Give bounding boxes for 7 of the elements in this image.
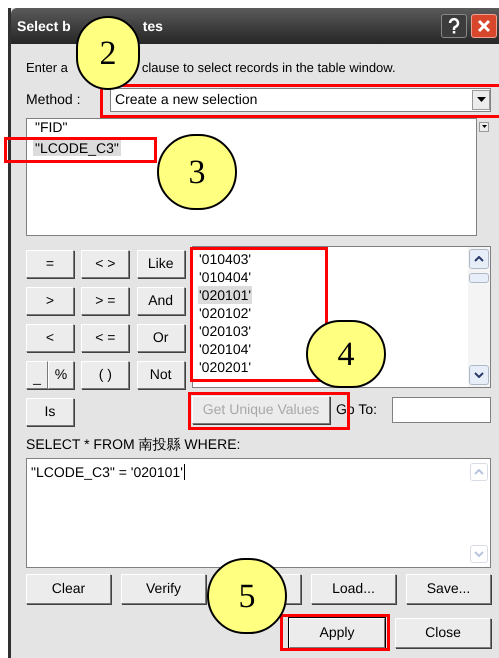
window-title: tes [142,16,163,36]
instruction-text: clause to select records in the table window. [142,59,396,77]
window-title: Select b [17,16,71,36]
instruction-text: Enter a [26,59,68,77]
query-label: SELECT * FROM 南投縣 WHERE: [26,434,242,454]
expression-text: "LCODE_C3" = '020101' [31,464,185,480]
method-label: Method : [26,90,82,109]
